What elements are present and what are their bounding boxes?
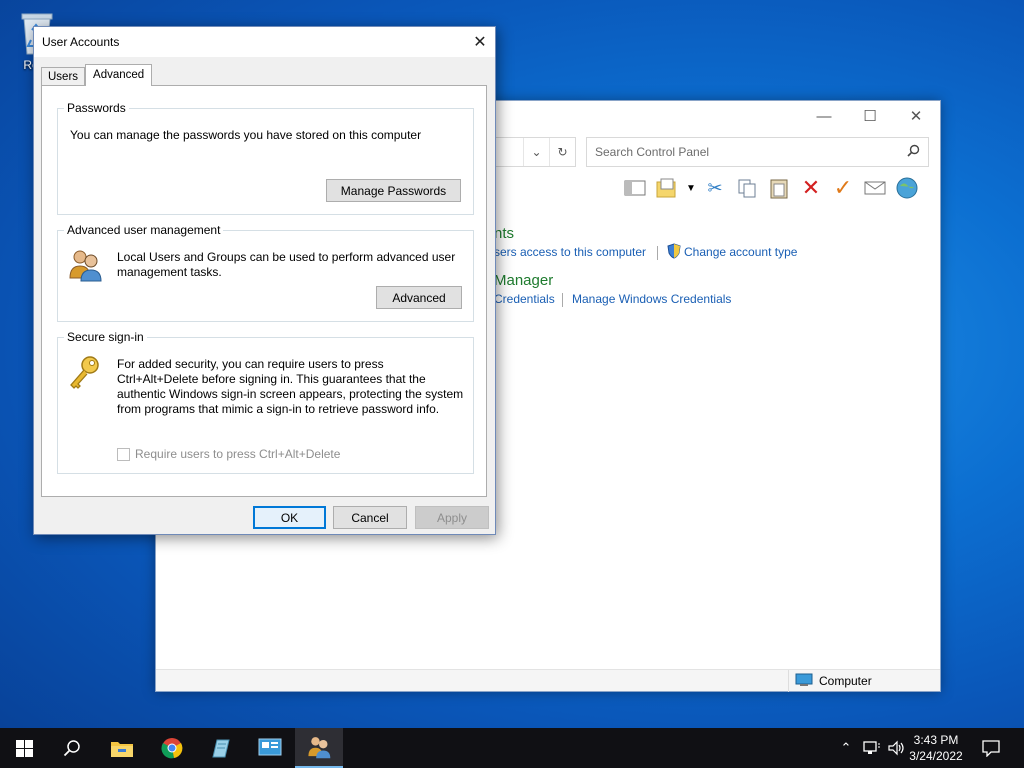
search-icon: [907, 144, 920, 160]
chrome-icon: [161, 738, 183, 759]
user-accounts-heading[interactable]: nts: [494, 225, 514, 242]
status-location-label: Computer: [819, 674, 872, 688]
secure-signin-legend: Secure sign-in: [64, 330, 147, 344]
start-button[interactable]: [0, 728, 48, 768]
tab-users[interactable]: Users: [41, 67, 86, 86]
credential-manager-heading[interactable]: Manager: [494, 272, 553, 289]
close-icon[interactable]: ✕: [465, 27, 495, 57]
clock-date: 3/24/2022: [909, 749, 963, 763]
notepad-button[interactable]: [196, 728, 244, 768]
notification-icon: [982, 739, 1000, 757]
notification-center-button[interactable]: [978, 728, 1004, 768]
web-credentials-link[interactable]: Credentials: [494, 292, 555, 306]
control-panel-taskbar-button[interactable]: [246, 728, 294, 768]
secure-signin-description: For added security, you can require user…: [117, 357, 464, 416]
search-button[interactable]: [48, 728, 96, 768]
network-icon[interactable]: [860, 728, 884, 768]
cp-minimize-button[interactable]: —: [801, 101, 847, 131]
passwords-legend: Passwords: [64, 101, 129, 115]
users-icon: [308, 737, 331, 759]
properties-folder-icon[interactable]: [654, 175, 680, 201]
control-panel-icon: [258, 738, 282, 756]
pen-tablet-icon: [212, 739, 230, 758]
tab-advanced[interactable]: Advanced: [85, 64, 153, 86]
users-access-link[interactable]: sers access to this computer: [494, 245, 646, 259]
secure-signin-group: Secure sign-in For added security, you c…: [57, 330, 474, 474]
cp-search-placeholder: Search Control Panel: [595, 145, 710, 159]
change-account-type-link[interactable]: Change account type: [684, 245, 797, 259]
key-icon: [68, 355, 102, 392]
apply-button[interactable]: Apply: [415, 506, 489, 529]
advanced-mgmt-legend: Advanced user management: [64, 223, 224, 237]
link-separator: [562, 293, 563, 307]
taskbar: ⌃ 3:43 PM 3/24/2022: [0, 728, 1024, 768]
computer-icon: [795, 673, 813, 690]
chrome-button[interactable]: [148, 728, 196, 768]
cp-maximize-button[interactable]: ☐: [847, 101, 893, 131]
clock-time: 3:43 PM: [913, 733, 959, 747]
checkbox-label: Require users to press Ctrl+Alt+Delete: [135, 447, 341, 461]
cp-search-input[interactable]: Search Control Panel: [586, 137, 929, 167]
passwords-group: Passwords You can manage the passwords y…: [57, 101, 474, 215]
globe-icon[interactable]: [894, 175, 920, 201]
copy-icon[interactable]: [734, 175, 760, 201]
folder-icon: [111, 742, 133, 757]
passwords-description: You can manage the passwords you have st…: [70, 128, 422, 142]
refresh-icon[interactable]: ↻: [549, 138, 575, 166]
ok-button[interactable]: OK: [253, 506, 326, 529]
cp-toolbar: ▼ ✂ ✕ ✓: [622, 175, 920, 201]
link-separator: [657, 246, 658, 260]
manage-passwords-button[interactable]: Manage Passwords: [326, 179, 461, 202]
paste-icon[interactable]: [766, 175, 792, 201]
advanced-button[interactable]: Advanced: [376, 286, 462, 309]
advanced-tab-panel: Passwords You can manage the passwords y…: [41, 85, 487, 497]
user-accounts-dialog[interactable]: User Accounts ✕ Users Advanced Passwords…: [33, 26, 496, 535]
cp-status-bar: Computer: [156, 669, 940, 692]
checkmark-icon[interactable]: ✓: [830, 175, 856, 201]
uac-shield-icon: [667, 243, 681, 262]
dropdown-arrow-icon[interactable]: ▼: [686, 175, 696, 201]
cancel-button[interactable]: Cancel: [333, 506, 407, 529]
file-explorer-button[interactable]: [98, 728, 146, 768]
dialog-title: User Accounts: [42, 35, 120, 49]
pane-layout-icon[interactable]: [622, 175, 648, 201]
chevron-down-icon[interactable]: ⌄: [523, 138, 549, 166]
search-icon: [63, 740, 80, 757]
advanced-user-management-group: Advanced user management Local Users and…: [57, 223, 474, 322]
dialog-titlebar[interactable]: User Accounts ✕: [34, 27, 495, 57]
delete-icon[interactable]: ✕: [798, 175, 824, 201]
require-ctrl-alt-delete-checkbox[interactable]: Require users to press Ctrl+Alt+Delete: [117, 447, 340, 461]
dialog-tabs: Users Advanced: [41, 64, 153, 86]
taskbar-clock[interactable]: 3:43 PM 3/24/2022: [898, 732, 974, 764]
windows-logo-icon: [15, 739, 33, 757]
cp-close-button[interactable]: ✕: [893, 101, 939, 131]
show-hidden-icons-chevron-icon[interactable]: ⌃: [836, 728, 856, 768]
mail-icon[interactable]: [862, 175, 888, 201]
advanced-mgmt-description: Local Users and Groups can be used to pe…: [117, 250, 456, 279]
cut-icon[interactable]: ✂: [702, 175, 728, 201]
user-accounts-taskbar-button[interactable]: [295, 728, 343, 768]
users-group-icon: [68, 248, 102, 285]
status-location: Computer: [788, 670, 872, 692]
manage-windows-credentials-link[interactable]: Manage Windows Credentials: [572, 292, 731, 306]
checkbox-box[interactable]: [117, 447, 130, 461]
